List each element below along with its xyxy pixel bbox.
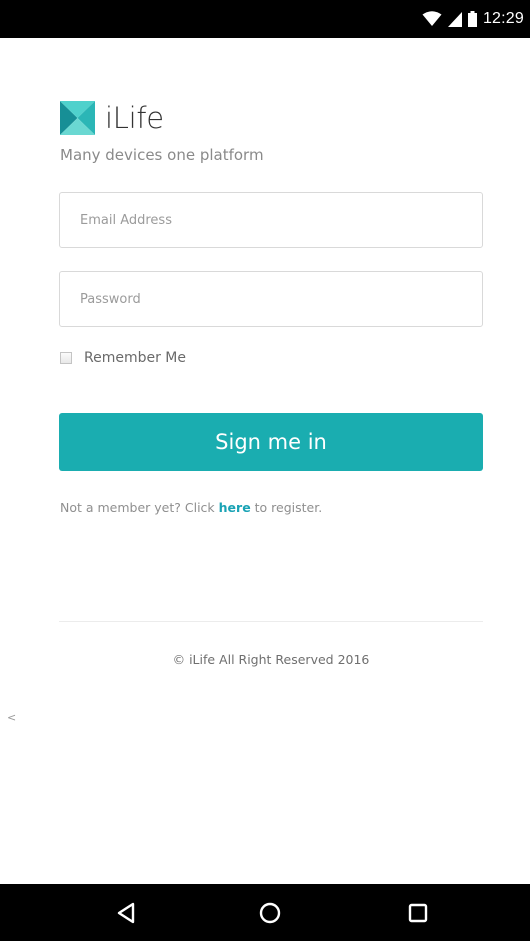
sign-in-button[interactable]: Sign me in [59, 413, 483, 471]
login-screen: 12:29 iLife Many devices one platform Re… [0, 0, 530, 941]
status-time: 12:29 [482, 10, 524, 27]
home-button[interactable] [255, 898, 285, 928]
status-icons: 12:29 [422, 9, 524, 29]
brand-logo[interactable]: iLife [60, 100, 164, 136]
register-link[interactable]: here [219, 500, 251, 515]
home-circle-icon [259, 902, 281, 924]
navigation-bar [0, 884, 530, 941]
remember-me-label[interactable]: Remember Me [84, 350, 186, 366]
email-input[interactable] [59, 192, 483, 248]
remember-me-checkbox[interactable] [60, 352, 72, 364]
register-suffix: to register. [250, 500, 323, 515]
register-prefix: Not a member yet? Click [60, 500, 219, 515]
brand-tagline: Many devices one platform [60, 146, 264, 164]
battery-icon [467, 11, 477, 27]
recents-square-icon [408, 903, 428, 923]
footer-divider [59, 621, 483, 622]
edge-chevron-marker: < [7, 711, 17, 724]
password-input[interactable] [59, 271, 483, 327]
wifi-icon [422, 11, 442, 26]
remember-me-row[interactable]: Remember Me [60, 350, 186, 366]
register-prompt: Not a member yet? Click here to register… [60, 500, 322, 515]
brand-name: iLife [105, 101, 164, 135]
back-triangle-icon [117, 902, 135, 924]
back-button[interactable] [111, 898, 141, 928]
ilife-logo-icon [60, 101, 95, 135]
copyright-text: © iLife All Right Reserved 2016 [172, 652, 370, 667]
status-bar: 12:29 [0, 0, 530, 38]
recents-button[interactable] [403, 898, 433, 928]
cellular-signal-icon [447, 11, 462, 27]
